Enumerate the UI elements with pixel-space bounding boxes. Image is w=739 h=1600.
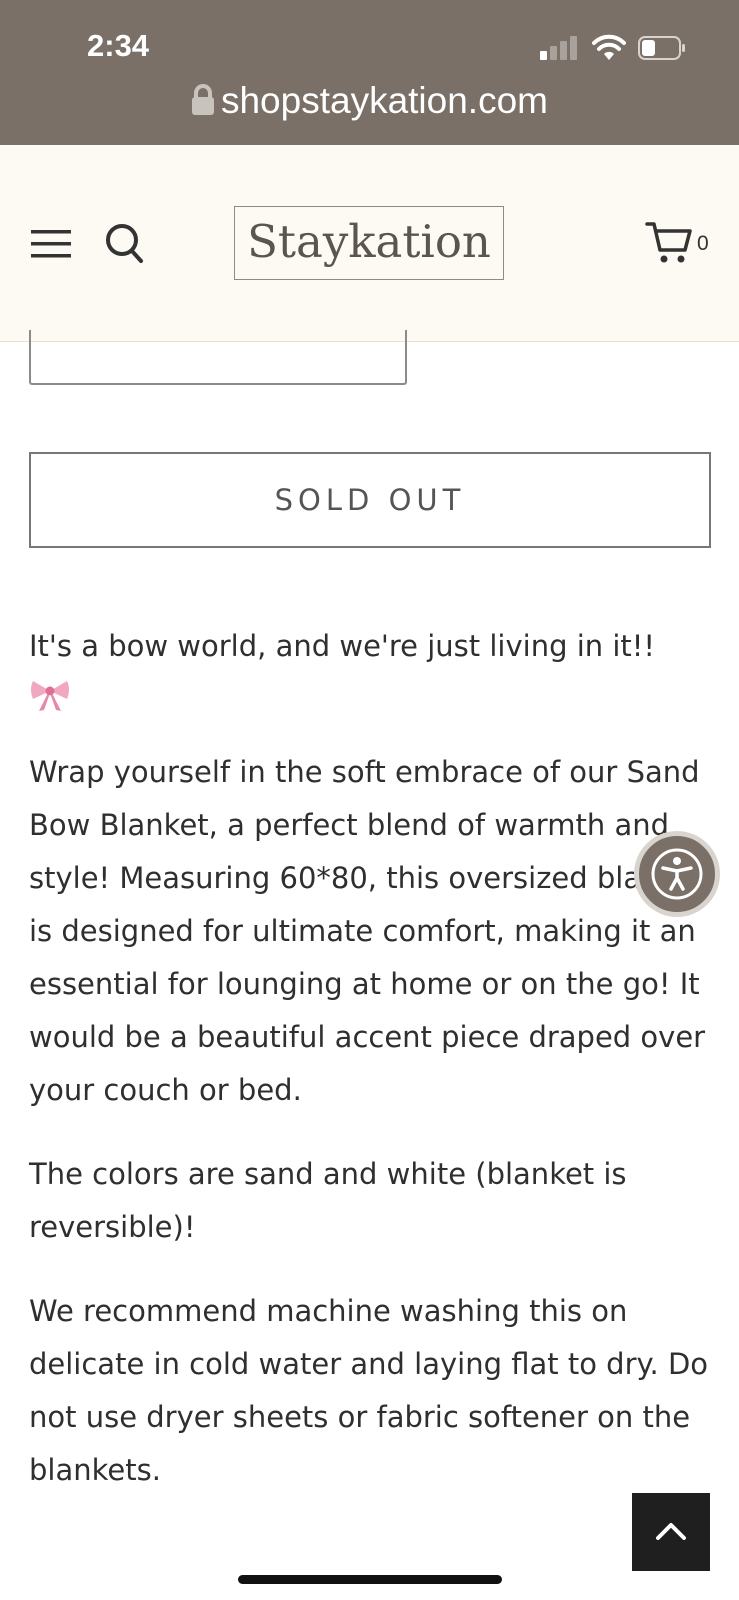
logo-text: Staykation: [247, 215, 491, 268]
accessibility-icon: [651, 848, 703, 900]
quantity-field[interactable]: [29, 330, 407, 385]
ribbon-bow-icon: [29, 675, 71, 715]
product-description: It's a bow world, and we're just living …: [29, 620, 719, 1497]
description-paragraph: The colors are sand and white (blanket i…: [29, 1157, 627, 1244]
cellular-signal-icon: [540, 36, 580, 60]
browser-url-bar[interactable]: shopstaykation.com: [0, 80, 739, 125]
description-paragraph: It's a bow world, and we're just living …: [29, 629, 656, 663]
url-text: shopstaykation.com: [220, 80, 548, 121]
hamburger-menu-icon[interactable]: [31, 229, 71, 259]
battery-icon: [638, 36, 686, 60]
description-paragraph: We recommend machine washing this on del…: [29, 1294, 709, 1487]
sold-out-button[interactable]: SOLD OUT: [29, 452, 711, 548]
lock-icon: [191, 83, 215, 125]
back-to-top-button[interactable]: [632, 1493, 710, 1571]
site-logo[interactable]: Staykation: [234, 206, 504, 280]
cart-button[interactable]: 0: [645, 218, 725, 268]
chevron-up-icon: [656, 1523, 686, 1540]
description-paragraph: Wrap yourself in the soft embrace of our…: [29, 755, 706, 1107]
search-icon[interactable]: [105, 222, 145, 266]
accessibility-button[interactable]: [634, 831, 720, 917]
status-time: 2:34: [87, 28, 150, 63]
cart-icon: [645, 222, 692, 263]
home-indicator: [238, 1575, 502, 1584]
wifi-icon: [592, 34, 626, 62]
cart-count: 0: [697, 232, 709, 255]
status-bar: 2:34 shopstaykation.com: [0, 0, 739, 145]
